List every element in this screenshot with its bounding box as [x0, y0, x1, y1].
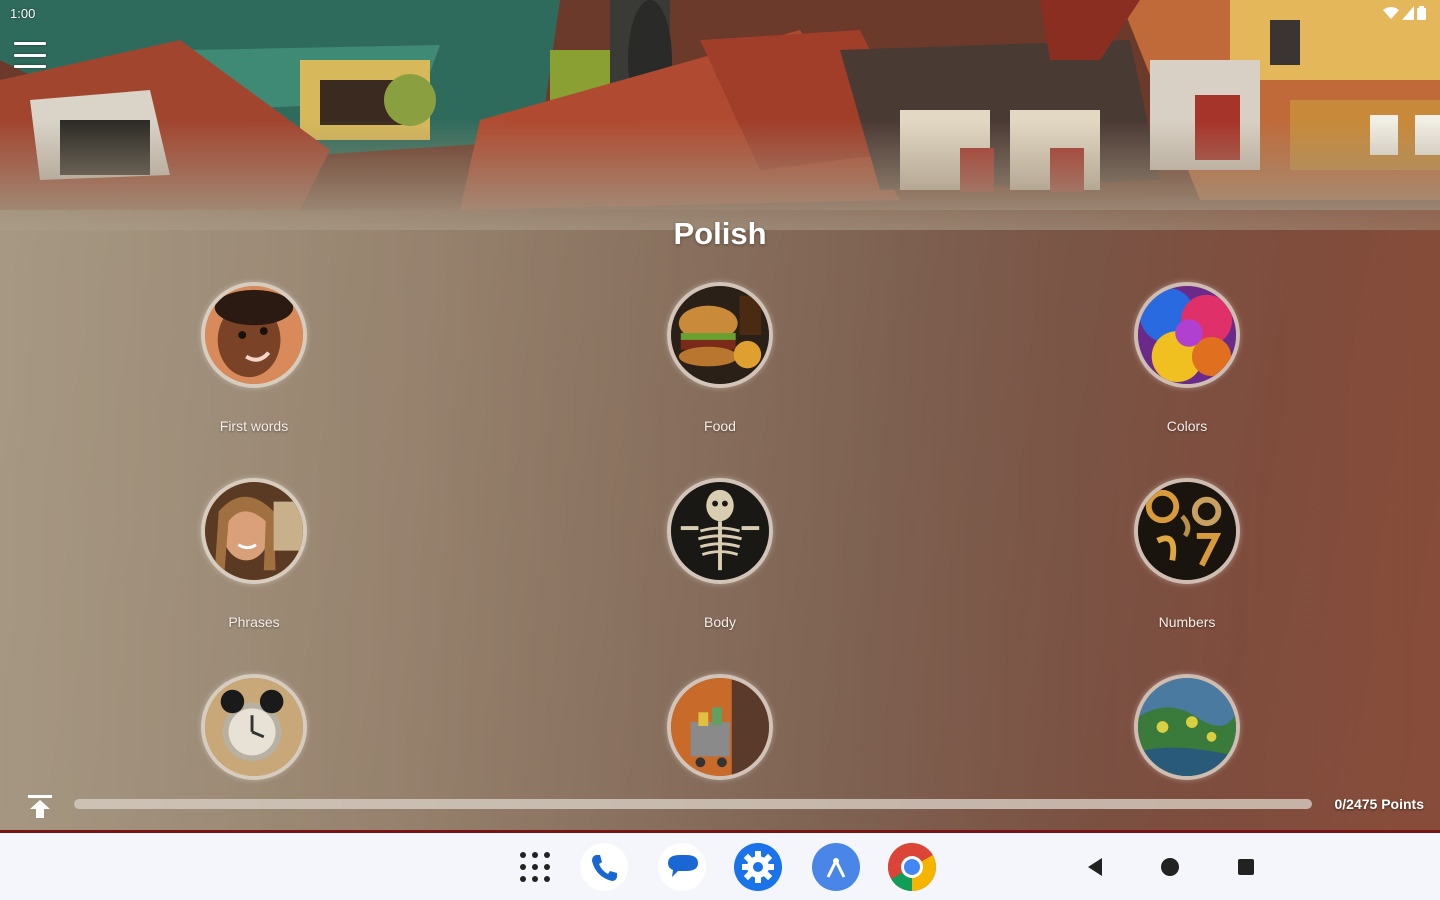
nature-photo-icon: [1134, 674, 1240, 780]
category-nature[interactable]: [1087, 674, 1287, 780]
phone-icon[interactable]: [578, 841, 630, 893]
category-phrases[interactable]: Phrases: [154, 478, 354, 630]
home-icon[interactable]: [1156, 853, 1184, 881]
files-icon[interactable]: [810, 841, 862, 893]
recents-icon[interactable]: [1232, 853, 1260, 881]
category-label: Food: [704, 418, 736, 434]
battery-icon: [1417, 6, 1426, 20]
burger-photo-icon: [667, 282, 773, 388]
skeleton-photo-icon: [667, 478, 773, 584]
child-photo-icon: [201, 282, 307, 388]
category-label: Colors: [1166, 418, 1208, 434]
chrome-icon[interactable]: [886, 841, 938, 893]
category-food[interactable]: Food: [620, 282, 820, 434]
colors-photo-icon: [1134, 282, 1240, 388]
category-first-words[interactable]: First words: [154, 282, 354, 434]
category-label: Phrases: [228, 614, 280, 630]
numbers-photo-icon: [1134, 478, 1240, 584]
category-shopping[interactable]: [620, 674, 820, 780]
settings-icon[interactable]: [732, 841, 784, 893]
status-icons: [1383, 6, 1426, 20]
category-label: Numbers: [1158, 614, 1216, 630]
scroll-to-top-icon[interactable]: [26, 792, 54, 820]
messages-icon[interactable]: [656, 841, 708, 893]
status-time: 1:00: [10, 6, 36, 21]
category-numbers[interactable]: Numbers: [1087, 478, 1287, 630]
category-time[interactable]: [154, 674, 354, 780]
category-label: Body: [704, 614, 736, 630]
menu-icon[interactable]: [12, 40, 48, 70]
shopping-photo-icon: [667, 674, 773, 780]
wifi-icon: [1383, 7, 1399, 19]
app-screen: 1:00 Polish First words Food Colors Phra…: [0, 0, 1440, 832]
page-title: Polish: [673, 216, 767, 251]
progress-track: [74, 799, 1312, 809]
category-colors[interactable]: Colors: [1087, 282, 1287, 434]
signal-icon: [1402, 6, 1414, 20]
woman-photo-icon: [201, 478, 307, 584]
category-body[interactable]: Body: [620, 478, 820, 630]
app-drawer-icon[interactable]: [509, 841, 561, 893]
back-icon[interactable]: [1080, 853, 1108, 881]
points-counter: 0/2475 Points: [1334, 796, 1425, 812]
category-label: First words: [219, 418, 289, 434]
taskbar: [0, 833, 1440, 900]
progress-bar-row: 0/2475 Points: [0, 788, 1440, 824]
alarm-clock-photo-icon: [201, 674, 307, 780]
